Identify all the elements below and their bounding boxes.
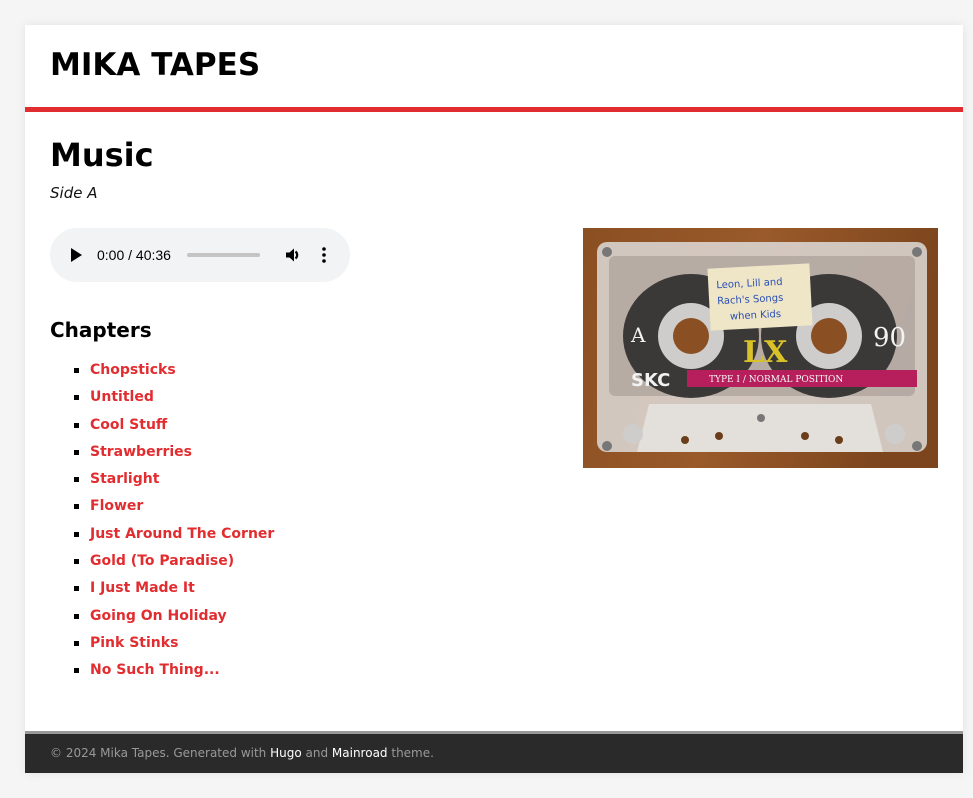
main-content: Music Side A 0:00 / 40:36 Chapters Chops…	[25, 112, 963, 731]
chapter-link[interactable]: Starlight	[90, 471, 159, 487]
chapter-link[interactable]: Gold (To Paradise)	[90, 553, 234, 569]
footer-suffix: theme.	[387, 746, 434, 760]
chapter-item: Flower	[50, 496, 274, 523]
site-footer: © 2024 Mika Tapes. Generated with Hugo a…	[25, 731, 963, 773]
chapter-item: Untitled	[50, 387, 274, 414]
chapter-link[interactable]: No Such Thing...	[90, 662, 220, 678]
page-subtitle: Side A	[50, 184, 98, 202]
chapter-item: I Just Made It	[50, 578, 274, 605]
chapter-item: Starlight	[50, 469, 274, 496]
mainroad-link[interactable]: Mainroad	[332, 746, 388, 760]
page-title: Music	[50, 136, 154, 174]
chapter-item: Just Around The Corner	[50, 524, 274, 551]
chapter-link[interactable]: I Just Made It	[90, 580, 195, 596]
audio-player[interactable]: 0:00 / 40:36	[50, 228, 350, 282]
chapter-link[interactable]: Untitled	[90, 389, 154, 405]
chapter-link[interactable]: Strawberries	[90, 444, 192, 460]
svg-text:90: 90	[873, 323, 906, 353]
volume-icon[interactable]	[284, 246, 302, 264]
svg-text:SKC: SKC	[631, 370, 670, 391]
more-options-icon[interactable]	[316, 246, 332, 264]
play-icon[interactable]	[71, 248, 82, 262]
chapter-item: No Such Thing...	[50, 660, 274, 687]
chapter-link[interactable]: Going On Holiday	[90, 608, 227, 624]
hugo-link[interactable]: Hugo	[270, 746, 302, 760]
cassette-illustration: Leon, Lill and Rach's Songs when Kids A …	[583, 228, 938, 468]
chapter-link[interactable]: Chopsticks	[90, 362, 176, 378]
chapter-item: Chopsticks	[50, 360, 274, 387]
chapter-item: Strawberries	[50, 442, 274, 469]
time-display: 0:00 / 40:36	[97, 247, 171, 263]
svg-text:A: A	[630, 323, 646, 347]
chapter-link[interactable]: Pink Stinks	[90, 635, 178, 651]
chapters-heading: Chapters	[50, 318, 152, 342]
chapter-item: Gold (To Paradise)	[50, 551, 274, 578]
chapter-item: Pink Stinks	[50, 633, 274, 660]
footer-and: and	[301, 746, 332, 760]
chapter-link[interactable]: Just Around The Corner	[90, 526, 274, 542]
chapters-list: Chopsticks Untitled Cool Stuff Strawberr…	[50, 360, 274, 688]
seek-slider[interactable]	[187, 253, 260, 257]
page-container: MIKA TAPES Music Side A 0:00 / 40:36 Cha…	[25, 25, 963, 773]
site-logo[interactable]: MIKA TAPES	[50, 47, 260, 83]
chapter-item: Cool Stuff	[50, 415, 274, 442]
site-header: MIKA TAPES	[25, 25, 963, 112]
svg-text:TYPE I / NORMAL POSITION: TYPE I / NORMAL POSITION	[709, 375, 843, 385]
svg-text:LX: LX	[743, 335, 788, 370]
chapter-link[interactable]: Flower	[90, 498, 143, 514]
chapter-item: Going On Holiday	[50, 606, 274, 633]
chapter-link[interactable]: Cool Stuff	[90, 417, 167, 433]
cassette-cover-image: Leon, Lill and Rach's Songs when Kids A …	[583, 228, 938, 468]
footer-copyright: © 2024 Mika Tapes. Generated with	[50, 746, 271, 760]
